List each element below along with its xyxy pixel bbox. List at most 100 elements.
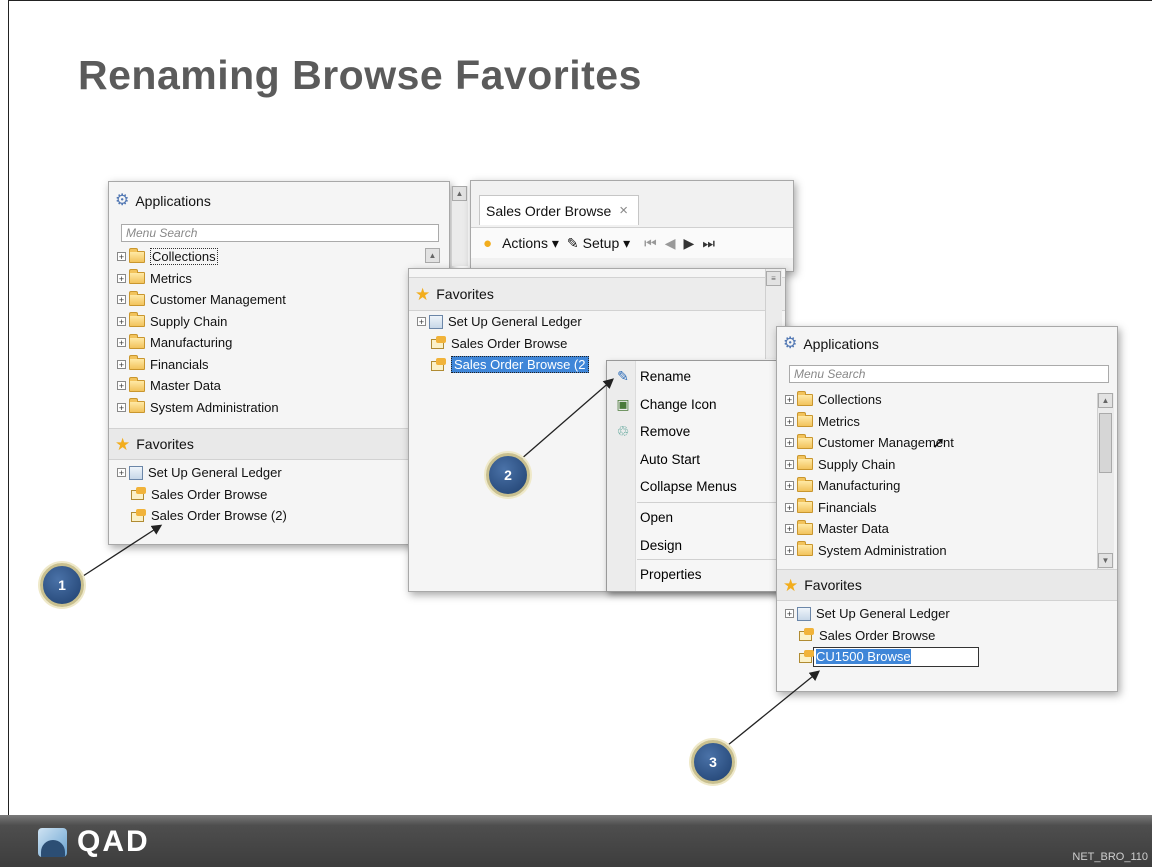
browse-tab[interactable]: Sales Order Browse × [479,195,639,225]
scroll-down-button[interactable]: ▼ [1098,553,1113,568]
tree-item-system-administration[interactable]: + System Administration [109,397,449,419]
browse-window: Sales Order Browse × ● Actions ▾ ✎ Setup… [470,180,794,272]
expand-icon[interactable]: + [117,381,126,391]
menu-item-properties[interactable]: Properties [607,561,789,587]
expand-icon[interactable]: + [785,438,794,448]
tree-item-label: Collections [818,392,882,408]
favorite-item-renaming[interactable]: CU1500 Browse [777,646,1117,668]
favorite-item-ledger[interactable]: + Set Up General Ledger [409,311,785,333]
prev-page-icon[interactable]: ◀ [665,235,676,252]
expand-icon[interactable]: + [785,545,794,555]
tree-item-supply-chain[interactable]: + Supply Chain [777,454,1117,476]
tree-item-financials[interactable]: + Financials [109,354,449,376]
tree-item-collections[interactable]: + Collections [777,389,1117,411]
folder-icon [797,498,813,514]
applications-header[interactable]: ⚙ Applications [777,327,1117,361]
favorite-label: Set Up General Ledger [148,465,282,481]
menu-item-auto-start[interactable]: Auto Start [607,446,789,472]
qad-logo-icon [38,827,67,857]
tree-item-manufacturing[interactable]: + Manufacturing [777,475,1117,497]
favorite-item-ledger[interactable]: + Set Up General Ledger [777,603,1117,625]
tree-item-metrics[interactable]: + Metrics [777,411,1117,433]
tree-item-financials[interactable]: + Financials [777,497,1117,519]
menu-separator [637,502,787,503]
expand-icon[interactable]: + [117,359,126,369]
last-page-icon[interactable]: ⏭ [702,235,715,252]
gear-icon: ⚙ [783,335,798,352]
expand-icon[interactable]: + [785,395,794,405]
scroll-up-button[interactable]: ▲ [425,248,440,263]
expand-icon[interactable]: + [785,481,794,491]
tree-item-customer-management[interactable]: + Customer Management [109,289,449,311]
tree-scrollbar[interactable]: ▲ ▼ [1097,393,1114,569]
menu-item-change-icon[interactable]: ▣ Change Icon [607,391,789,417]
footer-bar: QAD NET_BRO_110 [0,815,1152,867]
scrollbar[interactable]: ▲ [451,186,468,266]
tree-item-master-data[interactable]: + Master Data [109,375,449,397]
tree-item-metrics[interactable]: + Metrics [109,268,449,290]
favorites-label: Favorites [436,286,494,302]
tree-item-label: Manufacturing [818,478,901,494]
setup-menu[interactable]: Setup ▾ [583,235,631,252]
tree-item-customer-management[interactable]: + Customer Management ➚ [777,432,1117,454]
favorite-item-browse[interactable]: Sales Order Browse [777,625,1117,647]
expand-icon[interactable]: + [417,317,426,327]
folder-icon [797,455,813,471]
menu-item-open[interactable]: Open [607,504,789,530]
expand-icon[interactable]: + [785,502,794,512]
expand-icon[interactable]: + [117,316,126,326]
menu-item-collapse-menus[interactable]: Collapse Menus [607,473,789,499]
folder-icon [129,355,145,371]
scroll-up-button[interactable]: ▲ [1098,393,1113,408]
expand-icon[interactable]: + [117,468,126,478]
first-page-icon[interactable]: ⏮ [644,235,657,252]
tree-item-system-administration[interactable]: + System Administration [777,540,1117,562]
expand-icon[interactable]: + [117,252,126,262]
pin-icon[interactable]: ● [483,235,492,252]
menu-item-design[interactable]: Design [607,532,789,558]
folder-icon [797,476,813,492]
applications-panel-1: ⚙ Applications Menu Search + Collections … [108,181,468,545]
tree-item-label: Manufacturing [150,335,233,351]
expand-icon[interactable]: + [785,459,794,469]
expand-icon[interactable]: + [785,524,794,534]
favorite-item-browse[interactable]: Sales Order Browse [109,484,449,506]
folder-icon [129,312,145,328]
expand-icon[interactable]: + [785,609,794,619]
favorites-tree: + Set Up General Ledger Sales Order Brows… [777,603,1117,668]
rename-input[interactable]: CU1500 Browse [813,646,979,667]
actions-menu[interactable]: Actions ▾ [502,235,559,252]
menu-item-rename[interactable]: ✎ Rename [607,363,789,389]
tree-item-manufacturing[interactable]: + Manufacturing [109,332,449,354]
menu-item-remove[interactable]: ♲ Remove [607,418,789,444]
applications-header[interactable]: ⚙ Applications [109,182,449,220]
scroll-up-button[interactable]: ▲ [452,186,467,201]
expand-icon[interactable]: + [117,338,126,348]
tree-item-supply-chain[interactable]: + Supply Chain [109,311,449,333]
expand-icon[interactable]: + [117,295,126,305]
scroll-thumb[interactable] [1099,413,1112,473]
menu-search-input[interactable]: Menu Search [121,224,439,242]
favorite-label: Sales Order Browse (2) [151,508,287,524]
pencil-icon: ✎ [617,367,629,384]
expand-icon[interactable]: + [117,273,126,283]
favorite-item-browse[interactable]: Sales Order Browse [409,333,785,355]
tree-item-label: Metrics [150,270,192,286]
tree-item-master-data[interactable]: + Master Data [777,518,1117,540]
menu-search-input[interactable]: Menu Search [789,365,1109,383]
favorite-item-ledger[interactable]: + Set Up General Ledger [109,462,449,484]
folder-icon [797,412,813,428]
menu-tree: + Collections + Metrics + Customer Manageme… [109,246,449,418]
close-icon[interactable]: × [619,202,628,219]
gear-icon: ⚙ [115,192,130,209]
favorite-item-browse-2[interactable]: Sales Order Browse (2) [109,505,449,527]
tree-item-collections[interactable]: + Collections [109,246,449,268]
expand-icon[interactable]: + [117,402,126,412]
scroll-grip-icon[interactable]: ≡ [766,271,781,286]
picture-icon: ▣ [616,395,630,412]
expand-icon[interactable]: + [785,416,794,426]
favorites-header[interactable]: ★ Favorites [409,277,785,311]
next-page-icon[interactable]: ▶ [684,235,695,252]
favorites-header[interactable]: ★ Favorites [777,569,1117,601]
favorites-header[interactable]: ★ Favorites [109,428,449,460]
